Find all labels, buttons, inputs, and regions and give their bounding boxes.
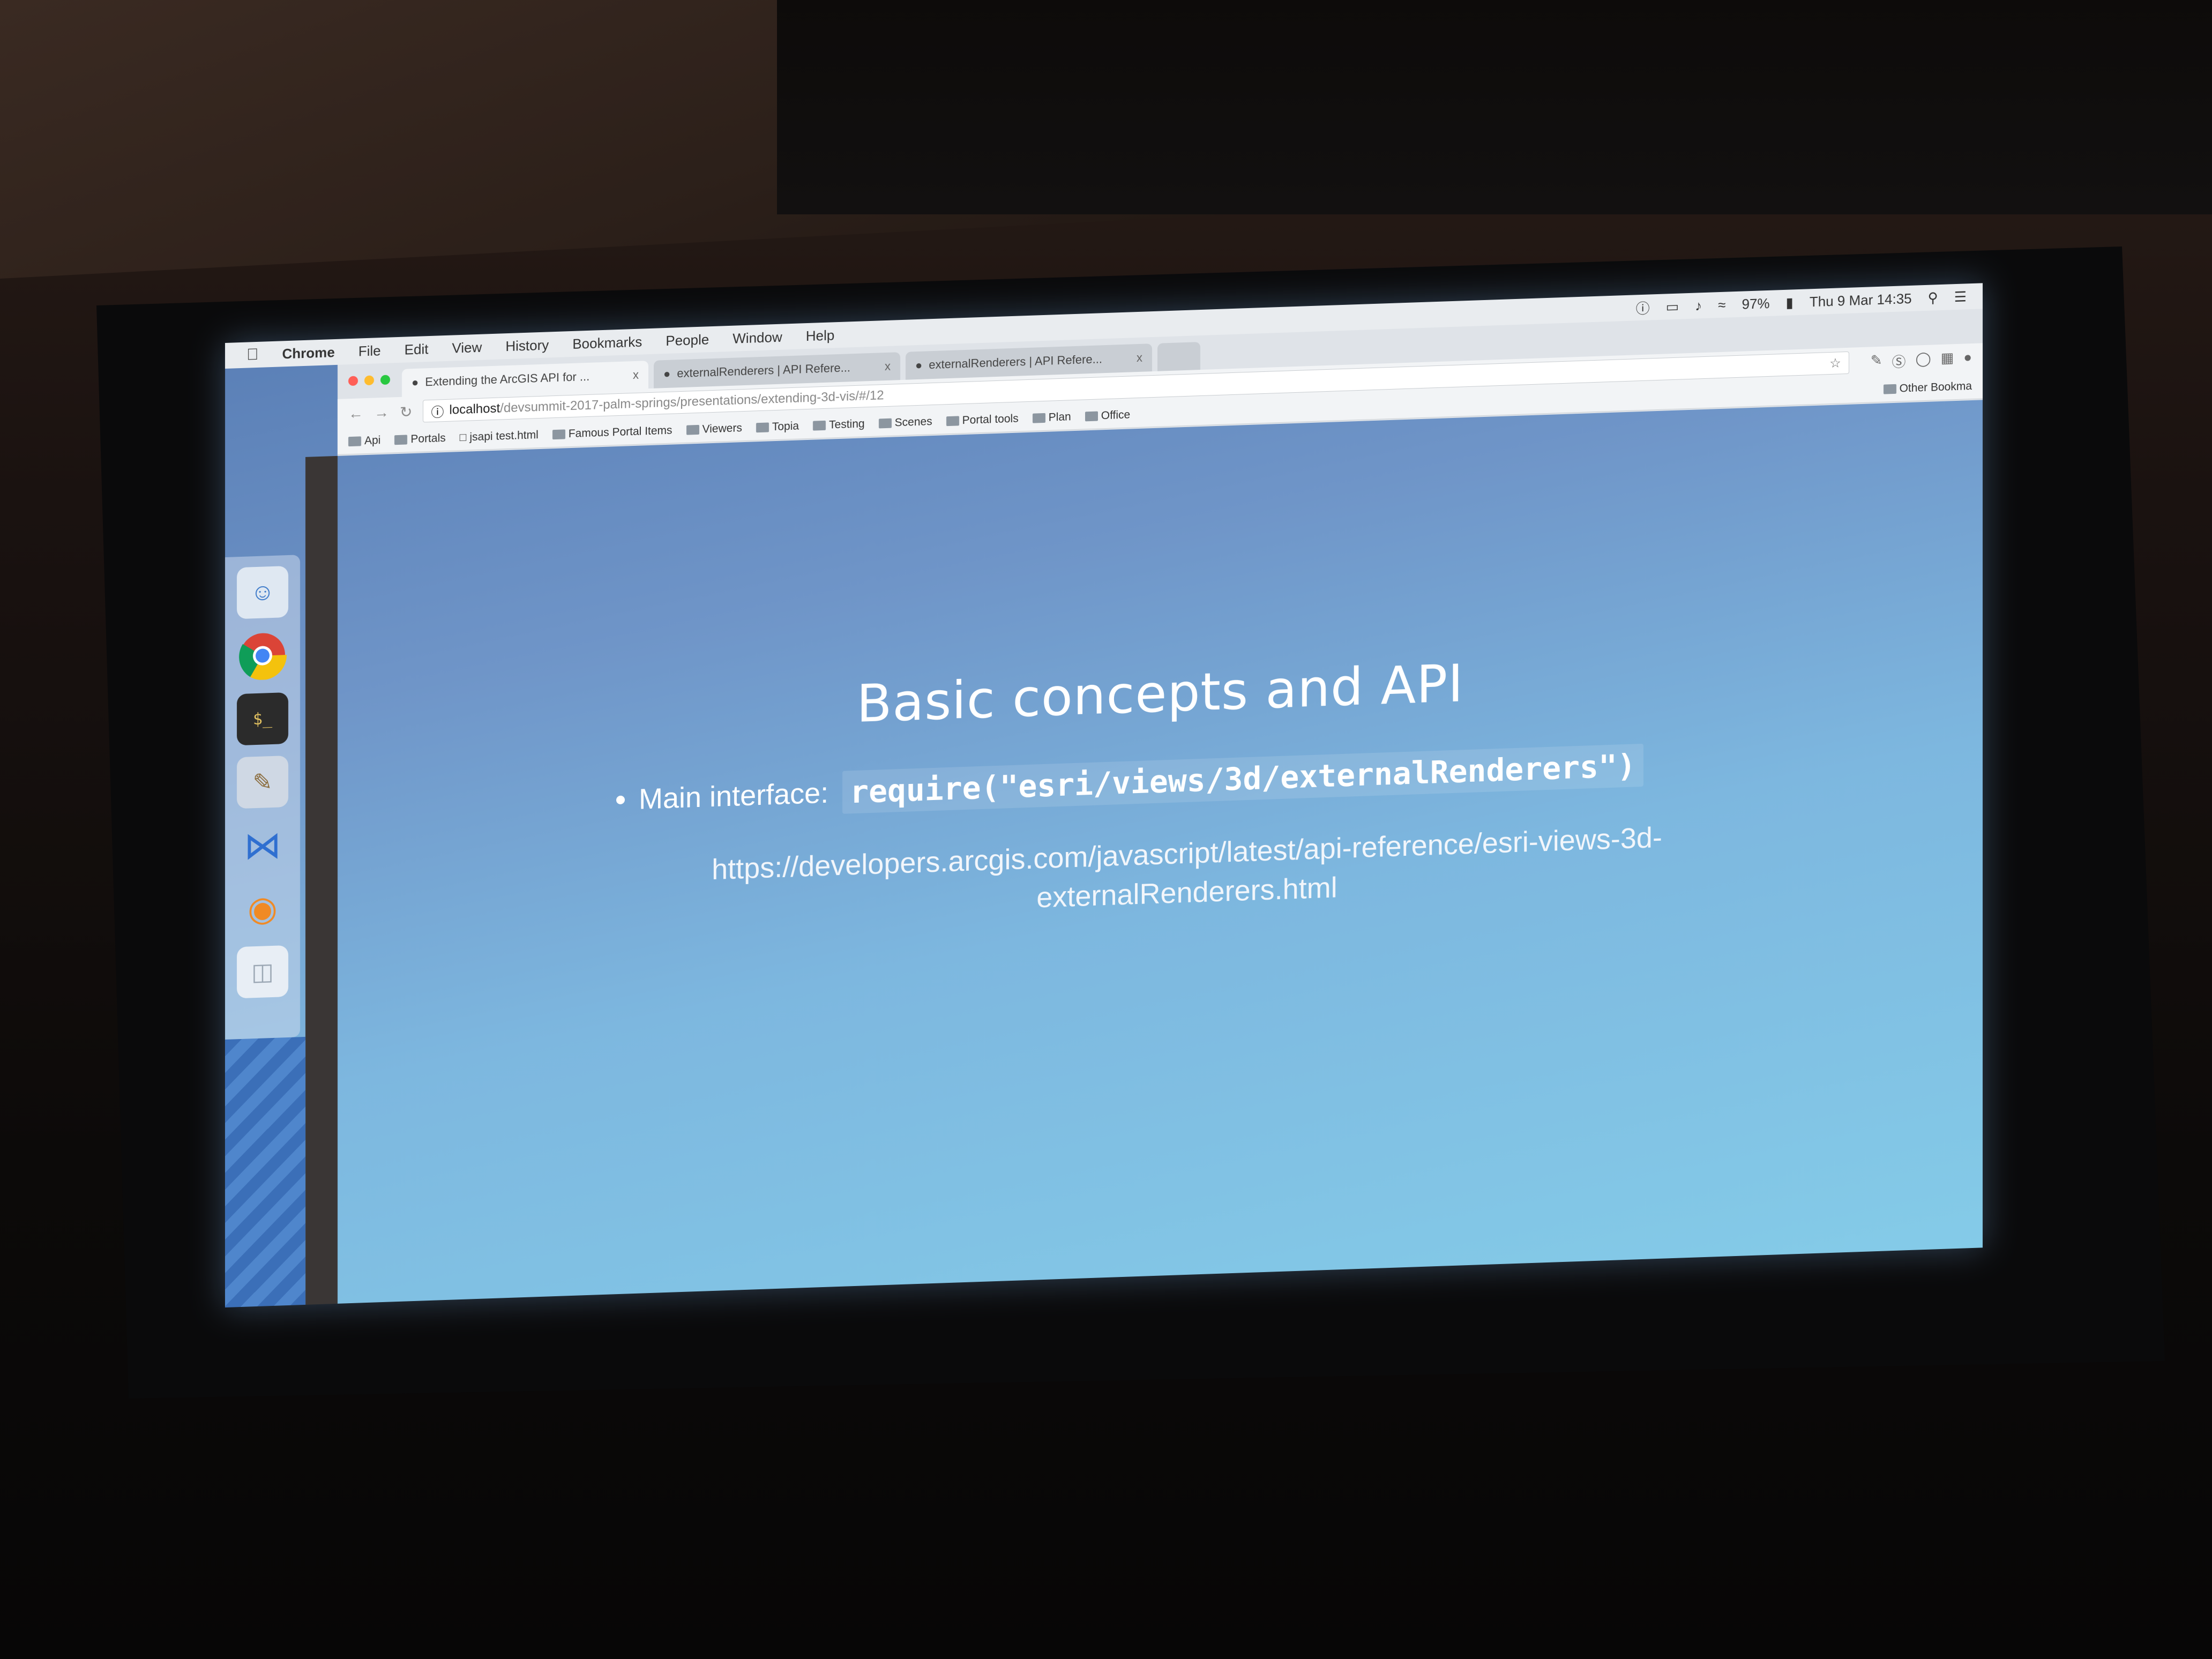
battery-icon[interactable]: ▮ [1786,294,1793,311]
bookmark-topia[interactable]: Topia [756,420,799,434]
tab-title: Extending the ArcGIS API for ... [425,369,590,389]
tab-close-icon[interactable]: x [1137,351,1142,365]
menu-people[interactable]: People [666,331,709,349]
bookmark-label: Office [1101,408,1131,422]
bookmark-label: Plan [1048,410,1071,424]
bookmark-api[interactable]: Api [348,434,380,448]
menu-view[interactable]: View [452,339,482,356]
bookmark-viewers[interactable]: Viewers [686,422,742,437]
menu-file[interactable]: File [358,342,381,360]
bookmark-testing[interactable]: Testing [813,417,865,432]
extension-icons: ✎ Ⓢ ◯ ▦ ● [1871,348,1983,372]
bookmark-star-icon[interactable]: ☆ [1829,355,1841,371]
apple-icon[interactable]:  [246,346,259,364]
folder-icon [813,420,826,431]
bookmark-portal-tools[interactable]: Portal tools [946,412,1019,428]
menu-chrome[interactable]: Chrome [282,344,335,362]
clock[interactable]: Thu 9 Mar 14:35 [1810,290,1912,310]
back-icon[interactable]: ← [348,405,363,422]
bookmark-label: Topia [772,420,799,433]
folder-icon [1085,411,1098,421]
tab-favicon-icon: ● [412,375,419,390]
new-tab-button[interactable] [1157,342,1200,371]
chrome-icon[interactable] [237,629,288,682]
folder-icon [756,422,769,432]
folder-icon [552,429,565,439]
presentation-slide: Basic concepts and API Main interface: r… [338,400,1983,1304]
dock: ☺ $_ ✎ ⋈ ◉ ◫ [225,555,300,1040]
tab-close-icon[interactable]: x [633,368,639,382]
slide-bullet: Main interface: require("esri/views/3d/e… [616,743,1643,821]
menu-history[interactable]: History [505,337,549,355]
bullet-dot [616,795,625,805]
folder-icon [686,424,699,435]
folder-icon [1032,413,1045,423]
page-icon: □ [459,431,467,444]
bookmark-label: jsapi test.html [469,428,539,443]
other-bookmarks[interactable]: Other Bookma [1883,379,1983,395]
menu-help[interactable]: Help [806,327,834,345]
bookmark-label: Famous Portal Items [568,424,672,440]
extension-circle-icon[interactable]: ◯ [1916,350,1931,370]
notification-center-icon[interactable]: ☰ [1954,288,1967,305]
menu-edit[interactable]: Edit [405,341,429,358]
documentation-link[interactable]: https://developers.arcgis.com/javascript… [595,814,1779,932]
bookmark-jsapi-test[interactable]: □ jsapi test.html [460,429,539,444]
url-host: localhost [449,401,500,417]
bullet-label: Main interface: [639,776,829,816]
tab-favicon-icon: ● [915,358,923,372]
battery-percent: 97% [1742,295,1770,312]
folder-icon [394,434,408,445]
folder-icon [1883,384,1896,394]
profile-avatar-icon[interactable]: ● [1963,349,1972,369]
folder-icon [946,415,959,426]
preview-icon[interactable]: ✎ [237,755,288,809]
tab-close-icon[interactable]: x [885,360,891,373]
slide-title: Basic concepts and API [856,653,1464,734]
wifi-icon[interactable]: ≈ [1718,296,1725,313]
reload-icon[interactable]: ↻ [400,403,412,421]
bookmark-famous-portal-items[interactable]: Famous Portal Items [552,424,672,441]
side-app-strip [305,455,338,1305]
url-path: /devsummit-2017-palm-springs/presentatio… [500,388,884,416]
trash-icon[interactable]: ◫ [237,945,288,999]
extension-calendar-icon[interactable]: ▦ [1941,349,1954,370]
tab-title: externalRenderers | API Refere... [929,352,1102,372]
ceiling-dark [777,0,2212,214]
projected-screen:  Chrome File Edit View History Bookmark… [225,283,1983,1307]
bookmark-label: Other Bookma [1899,379,1972,395]
extension-s-icon[interactable]: Ⓢ [1892,351,1906,371]
terminal-icon[interactable]: $_ [237,692,288,746]
bookmark-label: Portal tools [962,412,1019,427]
tab-title: externalRenderers | API Refere... [677,361,850,380]
finder-icon[interactable]: ☺ [237,565,288,619]
menu-window[interactable]: Window [733,328,782,347]
bookmark-scenes[interactable]: Scenes [878,415,932,430]
vscode-icon[interactable]: ⋈ [237,819,288,872]
bookmark-label: Portals [410,431,446,445]
bookmark-plan[interactable]: Plan [1032,410,1071,424]
bookmark-portals[interactable]: Portals [394,431,446,446]
site-info-icon[interactable]: ⓘ [431,401,444,421]
forward-icon[interactable]: → [374,404,389,422]
bookmark-label: Scenes [894,415,932,429]
desktop-wallpaper [225,1036,305,1307]
bookmark-label: Api [364,434,381,447]
folder-icon [878,418,892,428]
extension-pen-icon[interactable]: ✎ [1871,352,1882,372]
volume-icon[interactable]: ♪ [1695,297,1702,314]
bookmark-office[interactable]: Office [1085,408,1130,423]
info-icon[interactable]: ⓘ [1636,297,1650,318]
bookmark-label: Viewers [702,421,742,436]
bookmark-label: Testing [829,417,865,431]
blender-icon[interactable]: ◉ [237,882,288,935]
airplay-icon[interactable]: ▭ [1666,298,1679,315]
bullet-code: require("esri/views/3d/externalRenderers… [842,743,1643,814]
menu-bookmarks[interactable]: Bookmarks [572,333,642,352]
folder-icon [348,436,361,446]
spotlight-search-icon[interactable]: ⚲ [1928,289,1938,307]
tab-favicon-icon: ● [663,367,671,381]
